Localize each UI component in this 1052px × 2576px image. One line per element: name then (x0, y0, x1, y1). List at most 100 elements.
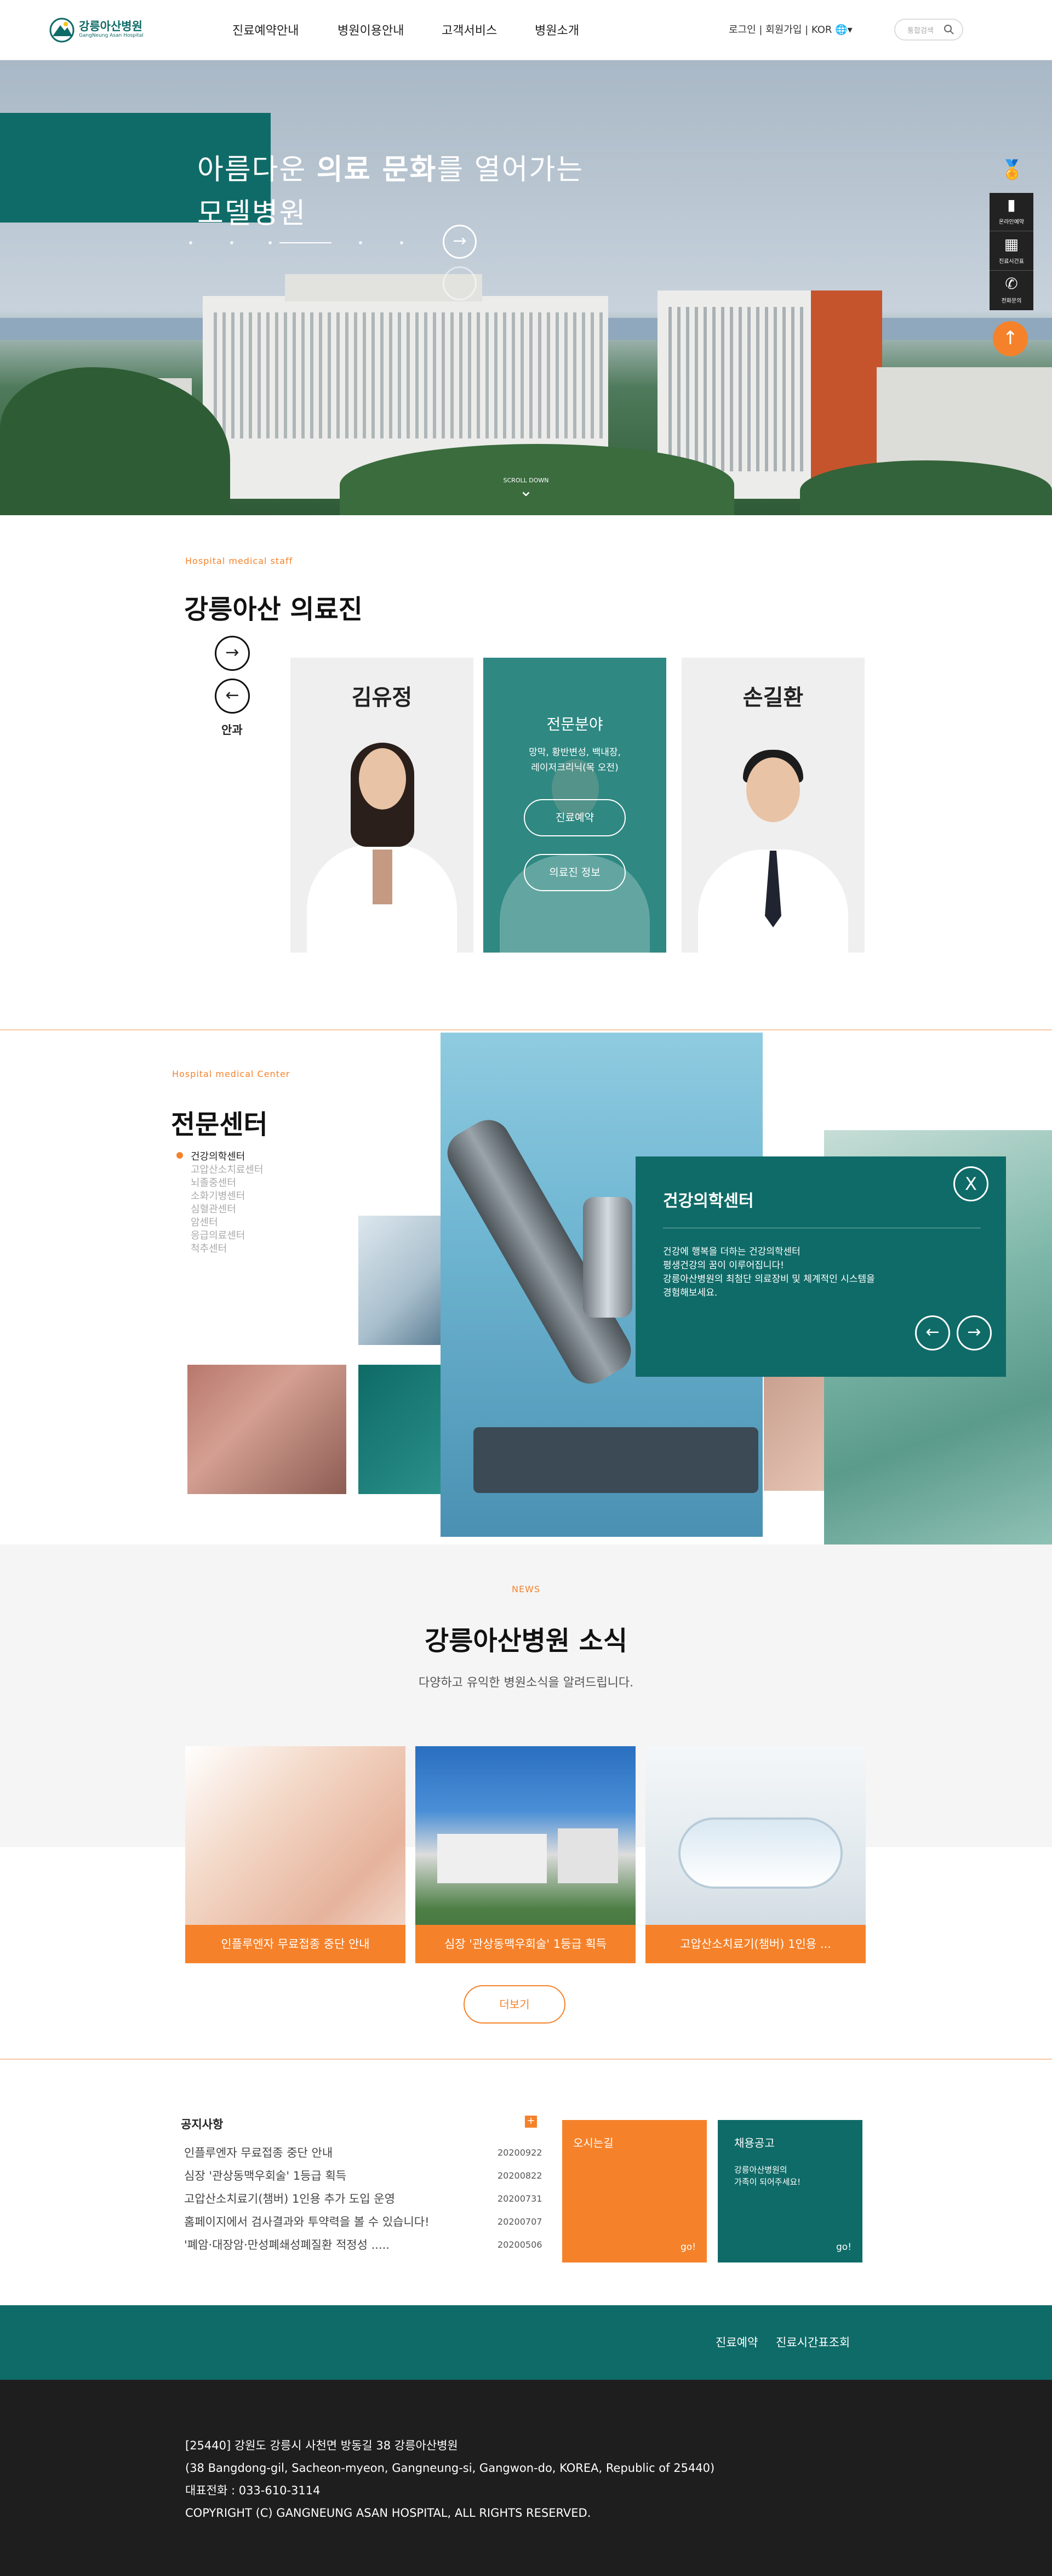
search-input[interactable]: 통합검색 (907, 25, 934, 35)
microscope-stage (473, 1427, 758, 1493)
nav-reservation[interactable]: 진료예약안내 (232, 21, 299, 38)
center-item[interactable]: 고압산소치료센터 (191, 1162, 263, 1176)
quick-phone[interactable]: ✆ 전화문의 (990, 272, 1033, 310)
quick-online-reservation[interactable]: ▮ 온라인예약 (990, 193, 1033, 231)
notice-item[interactable]: 홈페이지에서 검사결과와 투약력을 볼 수 있습니다! (184, 2213, 430, 2230)
panel-next-button[interactable]: → (957, 1315, 992, 1350)
section-divider (0, 2059, 1052, 2060)
globe-icon: 🌐▾ (835, 24, 853, 36)
active-bullet (176, 1152, 183, 1159)
slide-dot[interactable] (400, 241, 403, 244)
news-card[interactable]: 고압산소치료기(챔버) 1인용 ... (645, 1746, 866, 1963)
arrow-left-icon: ← (925, 1323, 940, 1342)
center-item[interactable]: 척추센터 (191, 1241, 227, 1255)
slide-progress (279, 242, 331, 243)
news-card[interactable]: 심장 '관상동맥우회술' 1등급 획득 (415, 1746, 636, 1963)
news-caption: 고압산소치료기(챔버) 1인용 ... (645, 1925, 866, 1963)
hero-title-bold: 의료 문화 (316, 153, 437, 186)
recruit-text-1: 강릉아산병원의 (734, 2165, 787, 2175)
center-item-active[interactable]: 건강의학센터 (191, 1149, 245, 1163)
recruit-text-2: 가족이 되어주세요! (734, 2177, 801, 2187)
recruit-go: go! (836, 2242, 852, 2253)
news-caption: 심장 '관상동맥우회술' 1등급 획득 (415, 1925, 636, 1963)
search-box[interactable]: 통합검색 (894, 19, 963, 41)
footer-address: [25440] 강원도 강릉시 사천면 방동길 38 강릉아산병원 (185, 2439, 458, 2452)
logo-text-en: GangNeung Asan Hospital (79, 33, 144, 38)
bar-link-reservation[interactable]: 진료예약 (716, 2334, 758, 2350)
scroll-down[interactable]: SCROLL DOWN ⌄ (493, 477, 559, 499)
nav-about[interactable]: 병원소개 (535, 21, 579, 38)
directions-tile[interactable]: 오시는길 go! (562, 2120, 707, 2262)
hero-title-line2: 모델병원 (197, 197, 307, 230)
specialty-text-2: 레이저크리닉(목 오전) (531, 762, 619, 773)
notice-item[interactable]: 고압산소치료기(챔버) 1인용 추가 도입 운영 (184, 2190, 395, 2207)
notice-item[interactable]: '폐암·대장암·만성폐쇄성폐질환 적정성 ..... (184, 2236, 390, 2253)
bar-link-timetable[interactable]: 진료시간표조회 (776, 2334, 850, 2350)
panel-prev-button[interactable]: ← (915, 1315, 950, 1350)
notice-more-icon[interactable]: + (525, 2116, 537, 2128)
quick-timetable[interactable]: ▦ 진료시간표 (990, 232, 1033, 271)
news-more-button[interactable]: 더보기 (464, 1985, 565, 2024)
recruit-tile[interactable]: 채용공고 강릉아산병원의 가족이 되어주세요! go! (718, 2120, 862, 2262)
hospital-logo[interactable]: 강릉아산병원 GangNeung Asan Hospital (48, 16, 152, 44)
center-item[interactable]: 응급의료센터 (191, 1228, 245, 1242)
panel-close-button[interactable]: X (953, 1166, 988, 1201)
nav-hospital-use[interactable]: 병원이용안내 (338, 21, 404, 38)
hero-next-button[interactable]: → (443, 225, 477, 259)
utility-text[interactable]: 로그인 | 회원가입 | KOR (729, 24, 832, 36)
center-eyebrow: Hospital medical Center (172, 1069, 290, 1079)
staff-eyebrow: Hospital medical staff (185, 556, 293, 566)
center-thumb-skin[interactable] (187, 1365, 346, 1494)
arrow-right-icon: → (225, 643, 239, 662)
doctor-card[interactable]: 김유정 (290, 658, 473, 953)
center-item[interactable]: 암센터 (191, 1215, 218, 1229)
panel-line: 건강에 행복을 더하는 건강의학센터 (663, 1246, 801, 1257)
arrow-left-icon: ← (225, 686, 239, 705)
doctor-card-active[interactable]: 전문분야 망막, 황반변성, 백내장, 레이저크리닉(목 오전) 진료예약 의료… (483, 658, 666, 953)
panel-title: 건강의학센터 (663, 1192, 754, 1211)
nav-customer-service[interactable]: 고객서비스 (442, 21, 497, 38)
slide-dot[interactable] (359, 241, 362, 244)
staff-prev-button[interactable]: ← (215, 679, 250, 714)
slide-dot[interactable] (189, 241, 192, 244)
hero-title-pre: 아름다운 (197, 153, 317, 186)
trees-left (0, 367, 230, 515)
slide-dot[interactable] (268, 241, 272, 244)
scroll-top-button[interactable]: ↑ (993, 321, 1028, 356)
center-thumb-teal[interactable] (358, 1365, 441, 1494)
center-thumb-microscope[interactable] (358, 1216, 441, 1345)
news-title: 강릉아산병원 소식 (425, 1626, 627, 1656)
footer-address-en: (38 Bangdong-gil, Sacheon-myeon, Gangneu… (185, 2461, 715, 2475)
logo-text-ko: 강릉아산병원 (79, 20, 142, 33)
microscope-lens (583, 1197, 632, 1318)
staff-department: 안과 (221, 723, 243, 737)
search-icon[interactable] (944, 24, 954, 35)
award-medal-icon: 🏅 (1000, 159, 1024, 181)
utility-links[interactable]: 로그인 | 회원가입 | KOR 🌐▾ (729, 22, 853, 36)
directions-label: 오시는길 (573, 2136, 614, 2150)
document-icon: ▮ (1007, 196, 1016, 214)
hero-pause-button[interactable] (443, 266, 477, 300)
news-card[interactable]: 인플루엔자 무료접종 중단 안내 (185, 1746, 405, 1963)
center-item[interactable]: 뇌졸중센터 (191, 1175, 236, 1189)
news-caption: 인플루엔자 무료접종 중단 안내 (185, 1925, 405, 1963)
news-building (558, 1828, 618, 1883)
doctor-card[interactable]: 손길환 (682, 658, 865, 953)
notice-item[interactable]: 인플루엔자 무료접종 중단 안내 (184, 2144, 333, 2161)
doctor-face (359, 748, 406, 810)
center-thumb-hand[interactable] (764, 1376, 824, 1491)
footer-phone: 대표전화 : 033-610-3114 (185, 2484, 321, 2497)
doctor-info-button[interactable]: 의료진 정보 (524, 854, 626, 891)
reserve-button[interactable]: 진료예약 (524, 799, 626, 836)
panel-line: 강릉아산병원의 최첨단 의료장비 및 체계적인 시스템을 (663, 1274, 875, 1285)
center-item[interactable]: 소화기병센터 (191, 1188, 245, 1202)
slide-dot[interactable] (230, 241, 233, 244)
directions-go: go! (681, 2242, 696, 2253)
staff-next-button[interactable]: → (215, 636, 250, 671)
notice-item[interactable]: 심장 '관상동맥우회술' 1등급 획득 (184, 2167, 346, 2184)
footer-copyright: COPYRIGHT (C) GANGNEUNG ASAN HOSPITAL, A… (185, 2506, 591, 2520)
quick-label: 온라인예약 (999, 219, 1024, 225)
footer-info: [25440] 강원도 강릉시 사천면 방동길 38 강릉아산병원 (38 Ba… (185, 2435, 714, 2524)
center-item[interactable]: 심혈관센터 (191, 1201, 236, 1216)
calendar-icon: ▦ (1004, 235, 1019, 253)
